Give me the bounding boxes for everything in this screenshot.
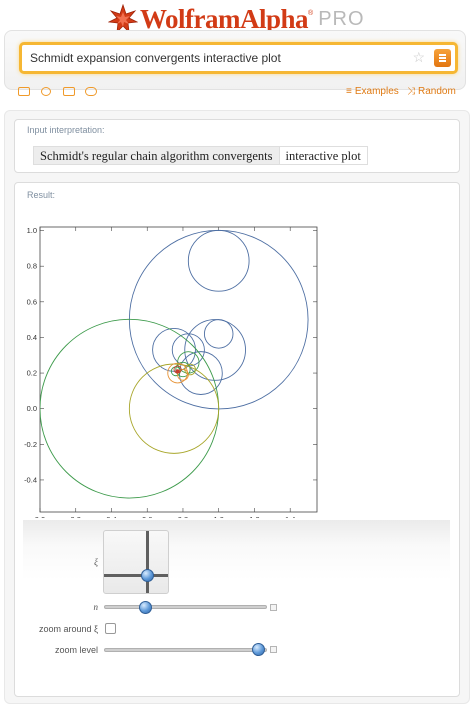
zoom-level-expand-button[interactable] [270, 646, 277, 653]
registered-mark: ® [308, 10, 314, 17]
zoom-around-label: zoom around ξ [38, 624, 98, 634]
x-tick-label: 1.2 [249, 515, 259, 518]
zoom-around-checkbox[interactable] [105, 623, 116, 634]
y-tick-label: -0.2 [24, 440, 37, 449]
camera-icon[interactable] [41, 87, 51, 96]
zoom-level-slider-thumb[interactable] [251, 643, 265, 656]
input-interpretation-label: Input interpretation: [27, 125, 105, 135]
keyboard-icon[interactable] [18, 87, 30, 96]
random-icon: ⤨ [407, 86, 415, 97]
examples-link[interactable]: ≡ Examples [346, 86, 399, 97]
y-tick-label: 0.6 [27, 297, 37, 306]
x-tick-label: 0.6 [142, 515, 152, 518]
x-tick-label: 0.2 [71, 515, 81, 518]
search-query-text: Schmidt expansion convergents interactiv… [30, 51, 281, 65]
random-link[interactable]: ⤨ Random [407, 86, 456, 97]
n-slider-track[interactable] [104, 605, 267, 609]
schmidt-convergents-plot[interactable]: 0.0 0.2 0.4 0.6 0.8 1.0 1.2 1.4 -0.4 -0.2 0.0 0.2 0.… [22, 218, 322, 518]
n-slider-expand-button[interactable] [270, 604, 277, 611]
interpretation-term: Schmidt's regular chain algorithm conver… [33, 146, 280, 165]
file-upload-icon[interactable] [63, 87, 75, 96]
x-tick-label: 1.0 [213, 515, 223, 518]
xi-locator-knob[interactable] [141, 569, 154, 582]
extras-icon[interactable] [85, 87, 97, 96]
x-tick-label: 1.4 [285, 515, 295, 518]
n-slider-label: n [93, 602, 99, 612]
pro-label: PRO [318, 7, 365, 30]
xi-pad-label: ξ [94, 557, 98, 567]
search-input[interactable]: Schmidt expansion convergents interactiv… [19, 42, 458, 74]
x-tick-label: 0.4 [106, 515, 116, 518]
interpretation-table: Schmidt's regular chain algorithm conver… [33, 146, 368, 165]
x-tick-label: 0.8 [178, 515, 188, 518]
x-tick-label: 0.0 [35, 515, 45, 518]
pad-horizontal-line [104, 574, 168, 577]
interpretation-term: interactive plot [279, 146, 368, 165]
random-label: Random [418, 86, 456, 97]
y-tick-label: 0.8 [27, 262, 37, 271]
y-tick-label: 0.4 [27, 333, 37, 342]
zoom-level-label: zoom level [54, 645, 98, 655]
search-go-button[interactable] [434, 49, 451, 67]
xi-locator-pad[interactable] [103, 530, 169, 594]
zoom-level-slider-track[interactable] [104, 648, 267, 652]
xi-point-marker [175, 369, 180, 374]
y-tick-label: 0.0 [27, 404, 37, 413]
examples-icon: ≡ [346, 86, 352, 97]
y-tick-label: 1.0 [27, 226, 37, 235]
star-icon[interactable]: ☆ [412, 49, 425, 66]
examples-label: Examples [354, 86, 399, 97]
pad-vertical-line [146, 531, 149, 593]
y-tick-label: 0.2 [27, 369, 37, 378]
result-label: Result: [27, 190, 56, 200]
y-tick-label: -0.4 [24, 475, 37, 484]
